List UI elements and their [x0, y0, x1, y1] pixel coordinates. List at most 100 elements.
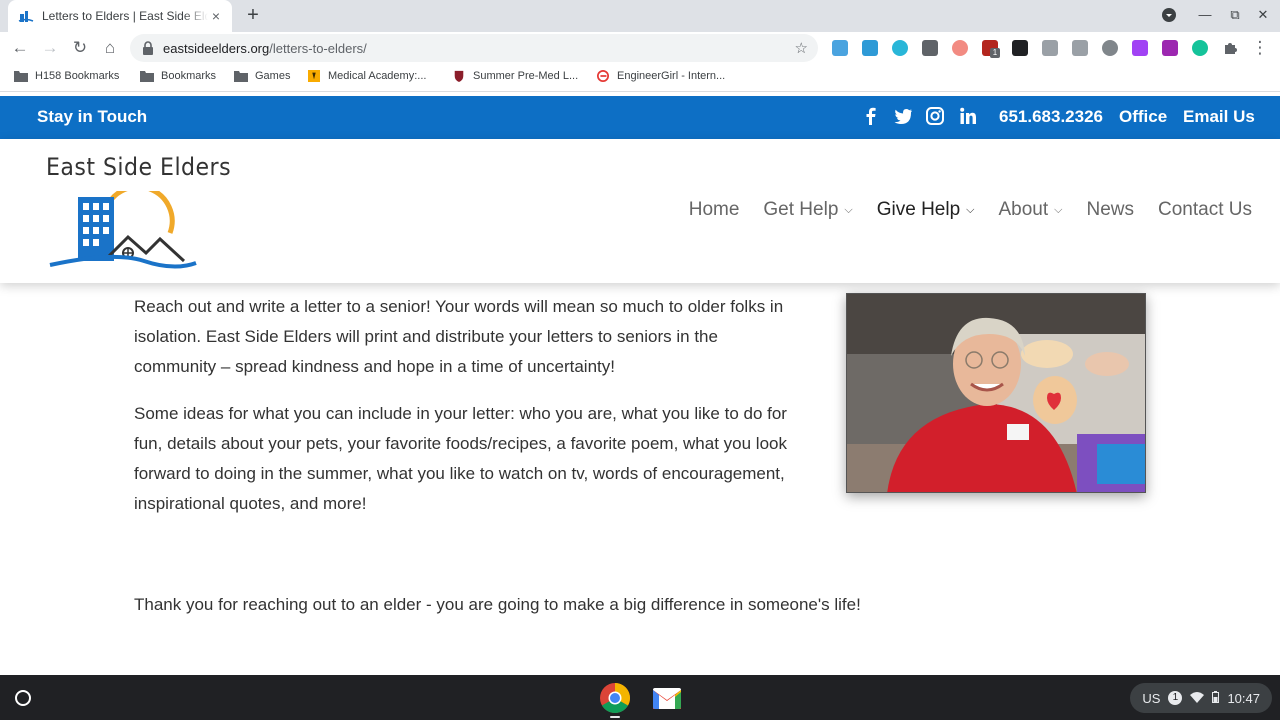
nav-label: News: [1086, 199, 1135, 220]
home-button[interactable]: ⌂: [100, 38, 120, 58]
arrow-extension-icon[interactable]: [952, 40, 968, 56]
chrome-icon[interactable]: [599, 682, 631, 714]
browser-menu-icon[interactable]: ⋮: [1250, 38, 1270, 58]
browser-tab[interactable]: Letters to Elders | East Side Elders ×: [8, 0, 232, 32]
nav-label: Get Help: [763, 199, 839, 220]
engineergirl-icon: [597, 70, 609, 82]
copy-extension-icon[interactable]: [1072, 40, 1088, 56]
url-text: eastsideelders.org/letters-to-elders/: [163, 41, 367, 56]
reload-button[interactable]: ↻: [70, 38, 90, 58]
bookmark-summer-premed[interactable]: Summer Pre-Med L...: [452, 70, 578, 82]
tab-strip: Letters to Elders | East Side Elders × +…: [0, 0, 1280, 32]
bookmark-medical-academy[interactable]: Medical Academy:...: [307, 70, 426, 82]
phone-link[interactable]: 651.683.2326: [999, 107, 1103, 127]
email-us-link[interactable]: Email Us: [1183, 107, 1255, 127]
bookmark-label: Medical Academy:...: [328, 70, 427, 82]
bookmark-label: H158 Bookmarks: [35, 70, 120, 82]
nav-contact-us[interactable]: Contact Us: [1158, 199, 1252, 221]
minimize-button[interactable]: —: [1195, 7, 1215, 25]
upload-extension-icon[interactable]: [862, 40, 878, 56]
logo-graphic: [49, 191, 197, 269]
account-menu-icon[interactable]: [1159, 7, 1179, 25]
bookmark-engineergirl[interactable]: EngineerGirl - Intern...: [596, 70, 725, 82]
house-extension-icon[interactable]: [1012, 40, 1028, 56]
bookmarks-folder-icon: [14, 71, 28, 82]
tab-close-icon[interactable]: ×: [208, 8, 224, 24]
pdf-extension-icon[interactable]: [1162, 40, 1178, 56]
twitter-icon[interactable]: [893, 106, 913, 126]
lock-icon[interactable]: [142, 41, 154, 55]
chevron-down-icon: ⌵: [966, 203, 975, 216]
browser-toolbar: ← → ↻ ⌂ eastsideelders.org/letters-to-el…: [0, 32, 1280, 64]
instagram-icon[interactable]: [925, 106, 945, 126]
bookmark-h158[interactable]: H158 Bookmarks: [14, 70, 119, 82]
tab-title: Letters to Elders | East Side Elders: [42, 9, 208, 23]
main-nav: Home Get Help ⌵ Give Help ⌵ About ⌵ News Co…: [665, 199, 1252, 221]
nav-about[interactable]: About ⌵: [999, 199, 1063, 221]
bookmark-star-icon[interactable]: ☆: [795, 39, 808, 57]
bookmark-label: Summer Pre-Med L...: [473, 70, 579, 82]
bookmarks-bar: H158 Bookmarks Bookmarks Games Medical A…: [0, 64, 1280, 92]
tw-extension-icon[interactable]: [1132, 40, 1148, 56]
back-button[interactable]: ←: [10, 38, 30, 58]
locale-label: US: [1142, 690, 1161, 706]
chevron-down-icon: ⌵: [844, 203, 853, 216]
ideas-paragraph: Some ideas for what you can include in y…: [134, 404, 787, 513]
close-window-button[interactable]: ✕: [1253, 7, 1273, 25]
battery-icon: [1212, 690, 1220, 706]
puzzle-extensions-icon[interactable]: [1222, 40, 1238, 56]
site-favicon: [18, 11, 34, 22]
bookmark-games[interactable]: Games: [234, 70, 290, 82]
nav-label: About: [998, 199, 1049, 220]
gmail-icon[interactable]: [651, 682, 683, 714]
badge-extension-icon[interactable]: 1: [982, 40, 1000, 58]
nav-give-help[interactable]: Give Help ⌵: [877, 199, 975, 221]
bookmark-label: EngineerGirl - Intern...: [617, 70, 726, 82]
new-tab-button[interactable]: +: [243, 5, 263, 26]
site-header: East Side Elders Home Get Help ⌵ Give Hel…: [0, 139, 1280, 283]
site-logo[interactable]: East Side Elders: [44, 151, 231, 276]
facebook-icon[interactable]: [861, 106, 881, 126]
extension-badge: 1: [990, 48, 1000, 58]
forward-button[interactable]: →: [40, 38, 60, 58]
lp-extension-icon[interactable]: [1102, 40, 1118, 56]
linkedin-icon[interactable]: [958, 106, 978, 126]
status-tray[interactable]: US 1 10:47: [1130, 683, 1272, 713]
nav-get-help[interactable]: Get Help ⌵: [763, 199, 852, 221]
url-path: /letters-to-elders/: [269, 40, 367, 56]
folder-icon: [140, 71, 154, 82]
folder-icon: [234, 71, 248, 82]
office-link[interactable]: Office: [1119, 107, 1167, 127]
bookmark-bookmarks[interactable]: Bookmarks: [140, 70, 216, 82]
nav-label: Give Help: [876, 199, 961, 220]
elder-photo: [846, 293, 1146, 493]
shield-crest-icon: [454, 70, 464, 82]
edit-extension-icon[interactable]: [1042, 40, 1058, 56]
nav-home[interactable]: Home: [689, 199, 740, 221]
bookmark-label: Games: [255, 70, 291, 82]
r-extension-icon[interactable]: [922, 40, 938, 56]
medical-academy-icon: [308, 70, 320, 82]
nav-label: Contact Us: [1158, 199, 1252, 220]
grammarly-icon[interactable]: [1192, 40, 1208, 56]
bookmark-label: Bookmarks: [161, 70, 217, 82]
address-bar[interactable]: eastsideelders.org/letters-to-elders/ ☆: [130, 34, 818, 62]
active-app-indicator: [610, 716, 620, 718]
clock: 10:47: [1227, 690, 1260, 706]
url-domain: eastsideelders.org: [163, 40, 270, 56]
thanks-paragraph: Thank you for reaching out to an elder -…: [134, 595, 861, 614]
intro-paragraph: Reach out and write a letter to a senior…: [134, 297, 784, 376]
chevron-down-icon: ⌵: [1054, 203, 1063, 216]
nav-news[interactable]: News: [1087, 199, 1135, 221]
circle-extension-icon[interactable]: [892, 40, 908, 56]
os-shelf: US 1 10:47: [0, 675, 1280, 720]
cloud-extension-icon[interactable]: [832, 40, 848, 56]
notification-count: 1: [1168, 691, 1183, 705]
logo-text: East Side Elders: [46, 153, 232, 181]
site-topbar: Stay in Touch 651.683.2326 Office Email …: [0, 96, 1280, 139]
restore-button[interactable]: ⧉: [1225, 7, 1245, 25]
wifi-icon: [1190, 691, 1205, 706]
stay-in-touch-label: Stay in Touch: [37, 107, 148, 126]
nav-label: Home: [688, 199, 740, 220]
launcher-icon[interactable]: [10, 685, 36, 711]
